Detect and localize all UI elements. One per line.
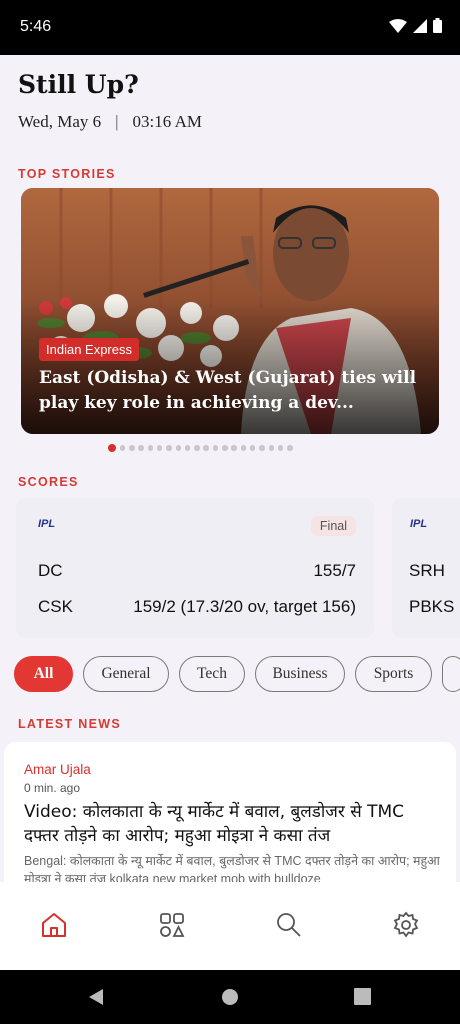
category-chip-general[interactable]: General (83, 656, 169, 692)
carousel-dot[interactable] (203, 445, 209, 451)
status-time: 5:46 (20, 18, 52, 35)
top-stories-label: TOP STORIES (18, 167, 116, 181)
team-name: CSK (38, 597, 73, 616)
team-score: 155/7 (313, 561, 356, 580)
date-text: Wed, May 6 (18, 112, 102, 131)
carousel-dot[interactable] (240, 445, 247, 451)
ipl-logo: IPL (38, 518, 56, 530)
date-separator: | (115, 112, 119, 131)
status-icons (389, 18, 442, 33)
team-name: DC (38, 561, 63, 580)
carousel-dot[interactable] (268, 445, 275, 451)
score-card[interactable]: IPL Final DC 155/7 CSK 159/2 (17.3/20 ov… (16, 498, 374, 638)
carousel-dot[interactable] (277, 445, 284, 451)
category-chip-all[interactable]: All (14, 656, 73, 692)
score-card[interactable]: IPL SRH PBKS (392, 498, 460, 638)
carousel-indicator[interactable] (108, 444, 293, 452)
carousel-dot[interactable] (231, 445, 237, 451)
news-time: 0 min. ago (24, 781, 81, 795)
signal-icon (413, 18, 427, 33)
category-chip-sports[interactable]: Sports (355, 656, 432, 692)
categories-icon[interactable] (157, 910, 187, 940)
wifi-icon (389, 18, 407, 33)
date-line: Wed, May 6 | 03:16 AM (18, 112, 202, 132)
back-icon[interactable] (87, 988, 105, 1006)
carousel-dot[interactable] (259, 445, 265, 451)
home-icon[interactable] (39, 910, 69, 940)
carousel-dot[interactable] (249, 445, 256, 451)
carousel-dot[interactable] (194, 445, 200, 451)
time-text: 03:16 AM (132, 112, 202, 131)
news-source: Amar Ujala (24, 762, 91, 777)
carousel-dot[interactable] (175, 445, 182, 451)
category-chip-more[interactable] (442, 656, 460, 692)
battery-icon (433, 18, 442, 33)
category-chip-tech[interactable]: Tech (179, 656, 245, 692)
story-source-badge: Indian Express (39, 338, 139, 361)
team-score: 159/2 (17.3/20 ov, target 156) (133, 597, 356, 616)
team-name: SRH (409, 561, 445, 580)
carousel-dot[interactable] (138, 445, 144, 451)
carousel-dot[interactable] (147, 445, 154, 451)
search-icon[interactable] (274, 910, 304, 940)
news-title: Video: कोलकाता के न्यू मार्केट में बवाल,… (24, 802, 405, 846)
carousel-dot[interactable] (212, 445, 219, 451)
latest-news-label: LATEST NEWS (18, 717, 121, 731)
carousel-dot[interactable] (287, 445, 293, 451)
carousel-dot[interactable] (129, 445, 135, 451)
team-name: PBKS (409, 597, 455, 616)
recents-icon[interactable] (354, 988, 371, 1005)
carousel-dot[interactable] (108, 444, 116, 452)
bottom-nav (0, 882, 460, 970)
carousel-dot[interactable] (156, 445, 163, 451)
settings-icon[interactable] (391, 910, 421, 940)
news-description: Bengal: कोलकाता के न्यू मार्केट में बवाल… (24, 854, 440, 882)
category-chip-business[interactable]: Business (255, 656, 345, 692)
carousel-dot[interactable] (184, 445, 191, 451)
story-title: East (Odisha) & West (Gujarat) ties will… (39, 368, 417, 413)
status-bar: 5:46 (0, 0, 460, 55)
greeting-title: Still Up? (18, 70, 139, 99)
system-navigation-bar (0, 970, 460, 1024)
featured-story-card[interactable]: Indian Express East (Odisha) & West (Guj… (21, 188, 439, 434)
carousel-dot[interactable] (222, 445, 228, 451)
ipl-logo: IPL (410, 518, 428, 530)
carousel-dot[interactable] (119, 445, 126, 451)
scores-label: SCORES (18, 475, 79, 489)
category-filter-bar: All General Tech Business Sports (14, 656, 460, 692)
carousel-dot[interactable] (166, 445, 172, 451)
home-button-icon[interactable] (221, 988, 239, 1006)
news-card[interactable]: Amar Ujala 0 min. ago Video: कोलकाता के … (4, 742, 456, 882)
match-status-badge: Final (310, 516, 356, 536)
